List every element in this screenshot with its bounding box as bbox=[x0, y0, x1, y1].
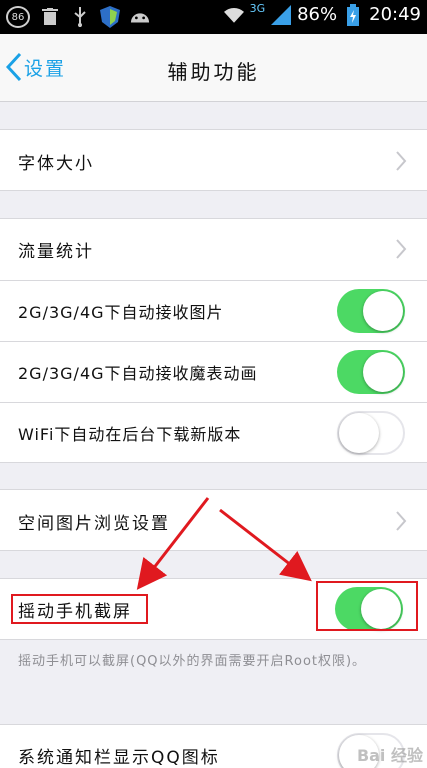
usb-icon bbox=[70, 7, 90, 27]
highlight-box-label bbox=[11, 594, 148, 624]
network-type: 3G bbox=[249, 2, 266, 15]
row-label: 空间图片浏览设置 bbox=[18, 514, 170, 534]
status-bar: 86 3G 86% 20:49 bbox=[0, 0, 427, 34]
highlight-box-toggle bbox=[316, 581, 418, 631]
row-label: 字体大小 bbox=[18, 154, 94, 174]
chevron-right-icon bbox=[396, 151, 407, 171]
toggle-knob bbox=[363, 291, 403, 331]
navigation-bar: 设置 辅助功能 bbox=[0, 34, 427, 102]
page-title: 辅助功能 bbox=[167, 60, 260, 84]
chevron-right-icon bbox=[396, 511, 407, 531]
toggle-knob bbox=[339, 413, 379, 453]
auto-recv-emoji-toggle[interactable] bbox=[337, 350, 405, 394]
android-icon bbox=[130, 7, 150, 27]
row-label: 流量统计 bbox=[18, 242, 94, 262]
security-shield-icon bbox=[100, 6, 120, 28]
trash-icon bbox=[40, 7, 60, 27]
shake-screenshot-description: 摇动手机可以截屏(QQ以外的界面需要开启Root权限)。 bbox=[18, 654, 367, 669]
settings-row-auto-recv-images: 2G/3G/4G下自动接收图片 bbox=[0, 281, 427, 341]
settings-row-auto-recv-emoji: 2G/3G/4G下自动接收魔表动画 bbox=[0, 342, 427, 402]
notification-count-badge: 86 bbox=[6, 6, 30, 28]
watermark: Bai 经验 bbox=[356, 746, 423, 765]
battery-icon bbox=[343, 3, 363, 26]
auto-recv-images-toggle[interactable] bbox=[337, 289, 405, 333]
row-label: 2G/3G/4G下自动接收图片 bbox=[18, 303, 224, 322]
row-label: WiFi下自动在后台下载新版本 bbox=[18, 425, 242, 444]
row-label: 系统通知栏显示QQ图标 bbox=[18, 748, 220, 768]
row-label: 2G/3G/4G下自动接收魔表动画 bbox=[18, 364, 258, 383]
signal-icon bbox=[271, 4, 292, 25]
settings-row-traffic-stats[interactable]: 流量统计 bbox=[0, 219, 427, 280]
settings-row-wifi-auto-download: WiFi下自动在后台下载新版本 bbox=[0, 403, 427, 463]
chevron-right-icon bbox=[396, 239, 407, 259]
clock: 20:49 bbox=[369, 4, 421, 25]
settings-row-qzone-image[interactable]: 空间图片浏览设置 bbox=[0, 489, 427, 551]
toggle-knob bbox=[363, 352, 403, 392]
battery-percent: 86% bbox=[297, 4, 338, 25]
wifi-icon bbox=[223, 5, 244, 25]
status-right: 3G 86% 20:49 bbox=[223, 2, 421, 26]
settings-group-network: 流量统计 2G/3G/4G下自动接收图片 2G/3G/4G下自动接收魔表动画 W… bbox=[0, 218, 427, 463]
settings-row-font-size[interactable]: 字体大小 bbox=[0, 129, 427, 191]
wifi-auto-download-toggle[interactable] bbox=[337, 411, 405, 455]
status-left: 86 bbox=[6, 6, 150, 28]
